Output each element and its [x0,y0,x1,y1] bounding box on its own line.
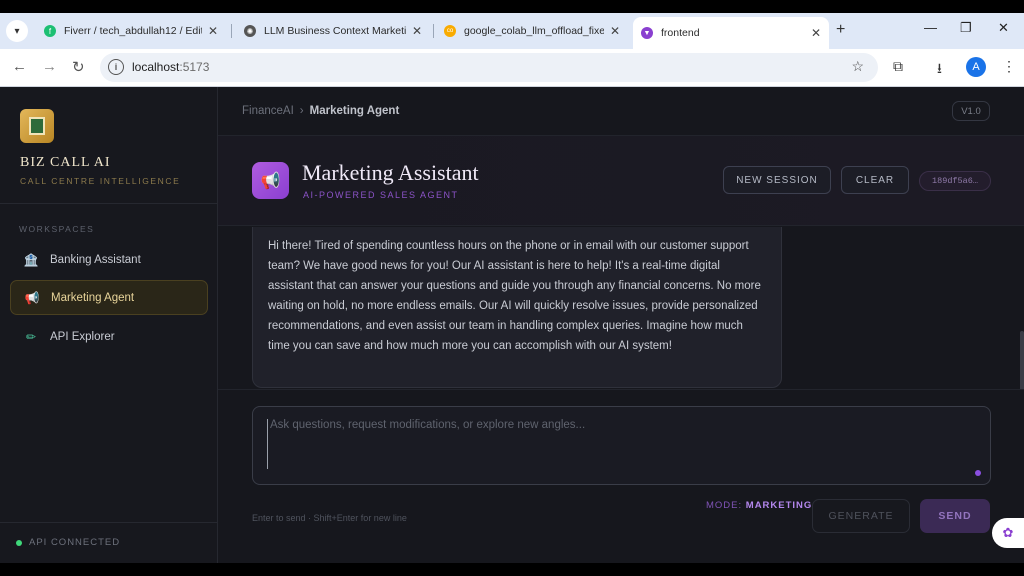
new-tab-button[interactable]: + [836,21,845,39]
url-host: localhost [132,60,180,74]
new-session-button[interactable]: NEW SESSION [723,166,831,194]
session-id-badge: 189df5a6… [919,171,991,191]
close-tab-icon[interactable]: ✕ [208,24,218,38]
mode-label: MODE: [706,500,743,511]
close-tab-icon[interactable]: ✕ [811,26,821,40]
breadcrumb-root[interactable]: FinanceAI [242,105,294,117]
sidebar-item-banking[interactable]: 🏦 Banking Assistant [10,242,208,277]
sidebar-item-api-explorer[interactable]: ✏ API Explorer [10,319,208,354]
building-logo-icon [20,109,54,143]
message-input-container [252,406,991,485]
site-info-icon[interactable]: i [108,59,124,75]
minimize-icon: — [924,20,937,35]
restore-icon: ❐ [960,20,972,35]
browser-tab-llm[interactable]: ✺ LLM Business Context Marketin ✕ [236,17,430,45]
close-window-button[interactable]: ✕ [998,20,1009,36]
bookmark-star-icon[interactable]: ☆ [851,58,864,75]
clear-button[interactable]: CLEAR [841,166,909,194]
input-indicator-dot [975,470,981,476]
sidebar: BIZ CALL AI CALL CENTRE INTELLIGENCE WOR… [0,87,218,563]
sidebar-item-marketing[interactable]: 📢 Marketing Agent [10,280,208,315]
forward-button[interactable]: → [42,58,57,75]
browser-tab-bar: ▾ f Fiverr / tech_abdullah12 / Edit G ✕ … [0,13,1024,49]
brain-assistant-icon[interactable]: ✿ [992,518,1024,548]
arrow-left-icon: ← [12,58,27,75]
reload-icon: ↻ [72,59,85,76]
mode-value: MARKETING [745,500,813,511]
megaphone-icon: 📢 [252,162,289,199]
download-icon[interactable]: ⭳ [937,58,942,82]
bank-icon: 🏦 [23,252,39,267]
tab-title: frontend [661,27,700,39]
agent-title: Marketing Assistant [302,160,479,185]
close-icon: ✕ [998,20,1009,35]
breadcrumb: FinanceAI › Marketing Agent [242,105,399,117]
brand-subtitle: CALL CENTRE INTELLIGENCE [20,176,181,186]
extensions-icon[interactable]: ⧉ [893,58,903,75]
tab-separator [231,24,232,38]
tab-title: google_colab_llm_offload_fixed [464,25,604,37]
keyboard-hint: Enter to send · Shift+Enter for new line [252,513,407,523]
tab-title: Fiverr / tech_abdullah12 / Edit G [64,25,202,37]
agent-subtitle: AI-POWERED SALES AGENT [303,190,459,200]
mode-indicator: MODE: MARKETING [706,500,812,511]
tab-title: LLM Business Context Marketin [264,25,406,37]
status-dot-icon [16,539,22,546]
chevron-down-icon: ▾ [14,25,20,37]
menu-dots-icon[interactable]: ⋮ [1002,58,1016,75]
sidebar-item-label: Banking Assistant [50,253,141,266]
browser-tab-colab[interactable]: co google_colab_llm_offload_fixed ✕ [436,17,628,45]
app: BIZ CALL AI CALL CENTRE INTELLIGENCE WOR… [0,87,1024,563]
close-tab-icon[interactable]: ✕ [412,24,422,38]
api-status: API CONNECTED [16,537,120,548]
screen: ▾ f Fiverr / tech_abdullah12 / Edit G ✕ … [0,13,1024,563]
api-status-text: API CONNECTED [29,537,121,548]
arrow-right-icon: → [42,58,57,75]
tab-separator [433,24,434,38]
breadcrumb-separator: › [299,105,304,117]
plus-icon: + [836,21,846,38]
assistant-message: Hi there! Tired of spending countless ho… [252,227,782,388]
browser-tab-fiverr[interactable]: f Fiverr / tech_abdullah12 / Edit G ✕ [36,17,226,45]
minimize-button[interactable]: — [924,20,937,35]
chat-messages[interactable]: Hi there! Tired of spending countless ho… [218,227,1024,389]
vite-favicon-icon: ▼ [641,27,653,39]
sidebar-item-label: API Explorer [50,330,115,343]
profile-avatar[interactable]: A [966,57,986,77]
close-tab-icon[interactable]: ✕ [610,24,620,38]
sidebar-item-label: Marketing Agent [51,291,135,304]
url-port: :5173 [179,60,210,74]
browser-toolbar: ← → ↻ i localhost:5173 ☆ ⧉ ⭳ A ⋮ [0,49,1024,87]
url-text[interactable]: localhost:5173 [132,60,209,74]
chat-scrollbar[interactable] [1020,331,1024,389]
restore-button[interactable]: ❐ [960,20,972,36]
pencil-icon: ✏ [25,329,37,344]
sidebar-bottom-divider [0,522,217,523]
workspaces-label: WORKSPACES [19,224,95,234]
sidebar-divider [0,203,217,204]
megaphone-icon: 📢 [24,290,40,305]
send-button[interactable]: SEND [920,499,990,533]
message-input[interactable] [267,419,967,469]
fiverr-favicon-icon: f [44,25,56,37]
colab-favicon-icon: co [444,25,456,37]
back-button[interactable]: ← [12,58,27,75]
breadcrumb-current: Marketing Agent [309,105,400,117]
browser-tab-frontend[interactable]: ▼ frontend ✕ [633,17,829,49]
reload-button[interactable]: ↻ [72,58,85,76]
tab-search-button[interactable]: ▾ [6,20,28,42]
agent-header: 📢 Marketing Assistant AI-POWERED SALES A… [218,136,1024,226]
main-panel: FinanceAI › Marketing Agent V1.0 📢 Marketi… [218,87,1024,563]
generate-button[interactable]: GENERATE [812,499,910,533]
chat-divider [218,389,1024,390]
version-badge: V1.0 [952,101,990,121]
chatgpt-favicon-icon: ✺ [244,25,256,37]
address-bar[interactable]: i localhost:5173 ☆ [100,53,878,82]
brand-name: BIZ CALL AI [20,155,111,170]
